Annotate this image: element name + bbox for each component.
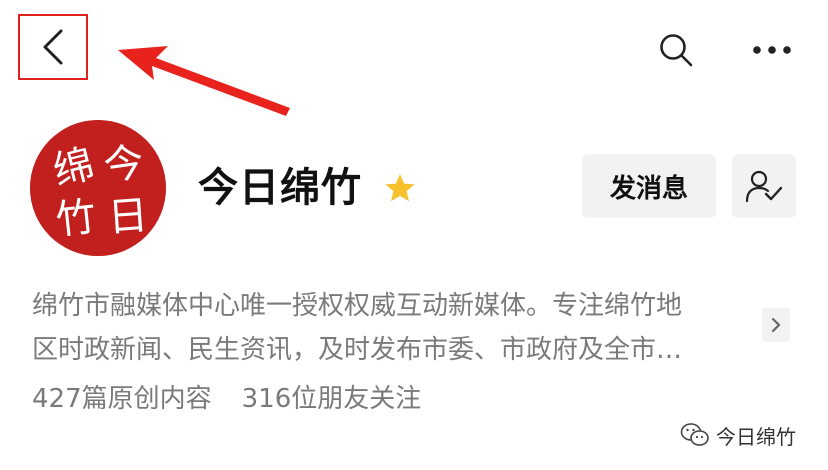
watermark: 今日绵竹 (680, 420, 796, 450)
friends-following-count[interactable]: 316位朋友关注 (242, 384, 422, 414)
chevron-right-icon (771, 317, 781, 333)
expand-description-button[interactable] (762, 308, 790, 342)
account-description: 绵竹市融媒体中心唯一授权权威互动新媒体。专注绵竹地 区时政新闻、民生资讯，及时发… (32, 284, 752, 372)
chevron-left-icon (43, 29, 63, 65)
search-icon (660, 34, 693, 67)
more-button[interactable] (750, 28, 794, 72)
top-bar (0, 0, 828, 116)
send-message-button[interactable]: 发消息 (582, 154, 716, 218)
description-line: 绵竹市融媒体中心唯一授权权威互动新媒体。专注绵竹地 (32, 291, 683, 321)
avatar[interactable]: 绵 今 竹 日 (30, 120, 166, 256)
svg-text:日: 日 (106, 193, 149, 242)
account-name: 今日绵竹 (198, 165, 362, 211)
watermark-text: 今日绵竹 (716, 424, 796, 449)
svg-text:竹: 竹 (54, 194, 99, 244)
annotation-arrow-icon (118, 46, 290, 116)
account-stats: 427篇原创内容 316位朋友关注 (32, 380, 451, 418)
svg-text:今: 今 (101, 139, 147, 190)
description-line: 区时政新闻、民生资讯，及时发布市委、市政府及全市… (32, 335, 683, 365)
back-button[interactable] (18, 14, 88, 80)
star-icon (385, 174, 415, 202)
original-content-count[interactable]: 427篇原创内容 (32, 384, 212, 414)
follow-button[interactable] (732, 154, 796, 218)
more-horizontal-icon (753, 46, 791, 54)
user-follow-icon (745, 170, 783, 203)
avatar-logo: 绵 今 竹 日 (30, 120, 166, 256)
wechat-icon (680, 423, 709, 446)
search-button[interactable] (654, 28, 698, 72)
